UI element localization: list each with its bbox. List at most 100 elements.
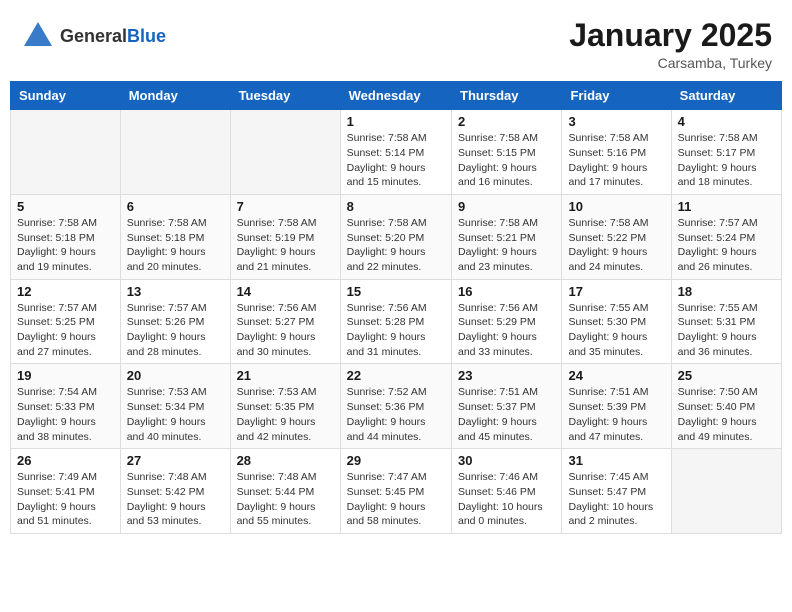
day-number: 27 <box>127 453 224 468</box>
location-subtitle: Carsamba, Turkey <box>569 55 772 71</box>
logo-blue-text: Blue <box>127 26 166 46</box>
day-info: Sunrise: 7:45 AM Sunset: 5:47 PM Dayligh… <box>568 470 664 529</box>
day-info: Sunrise: 7:58 AM Sunset: 5:19 PM Dayligh… <box>237 216 334 275</box>
day-info: Sunrise: 7:58 AM Sunset: 5:17 PM Dayligh… <box>678 131 775 190</box>
calendar-cell: 10Sunrise: 7:58 AM Sunset: 5:22 PM Dayli… <box>562 194 671 279</box>
day-info: Sunrise: 7:53 AM Sunset: 5:35 PM Dayligh… <box>237 385 334 444</box>
day-number: 25 <box>678 368 775 383</box>
calendar-cell: 24 Sunrise: 7:51 AM Sunset: 5:39 PM Dayli… <box>562 364 671 449</box>
logo: GeneralBlue <box>20 18 166 54</box>
calendar-header-row: SundayMondayTuesdayWednesdayThursdayFrid… <box>11 82 782 110</box>
day-number: 7 <box>237 199 334 214</box>
day-number: 26 <box>17 453 114 468</box>
day-number: 22 <box>347 368 445 383</box>
calendar-cell: 30 Sunrise: 7:46 AM Sunset: 5:46 PM Dayli… <box>452 449 562 534</box>
calendar-cell <box>671 449 781 534</box>
day-number: 29 <box>347 453 445 468</box>
day-info: Sunrise: 7:57 AM Sunset: 5:26 PM Dayligh… <box>127 301 224 360</box>
day-number: 2 <box>458 114 555 129</box>
day-number: 19 <box>17 368 114 383</box>
calendar-cell: 23Sunrise: 7:51 AM Sunset: 5:37 PM Dayli… <box>452 364 562 449</box>
calendar-cell: 3 Sunrise: 7:58 AM Sunset: 5:16 PM Daylig… <box>562 110 671 195</box>
day-info: Sunrise: 7:52 AM Sunset: 5:36 PM Dayligh… <box>347 385 445 444</box>
calendar-table: SundayMondayTuesdayWednesdayThursdayFrid… <box>10 81 782 534</box>
calendar-cell: 17Sunrise: 7:55 AM Sunset: 5:30 PM Dayli… <box>562 279 671 364</box>
logo-icon <box>20 18 56 54</box>
calendar-cell: 27 Sunrise: 7:48 AM Sunset: 5:42 PM Dayli… <box>120 449 230 534</box>
day-info: Sunrise: 7:54 AM Sunset: 5:33 PM Dayligh… <box>17 385 114 444</box>
day-number: 31 <box>568 453 664 468</box>
day-number: 14 <box>237 284 334 299</box>
calendar-cell: 1Sunrise: 7:58 AM Sunset: 5:14 PM Daylig… <box>340 110 451 195</box>
calendar-cell: 13 Sunrise: 7:57 AM Sunset: 5:26 PM Dayli… <box>120 279 230 364</box>
day-number: 28 <box>237 453 334 468</box>
calendar-week-1: 1Sunrise: 7:58 AM Sunset: 5:14 PM Daylig… <box>11 110 782 195</box>
day-info: Sunrise: 7:46 AM Sunset: 5:46 PM Dayligh… <box>458 470 555 529</box>
calendar-cell: 2 Sunrise: 7:58 AM Sunset: 5:15 PM Daylig… <box>452 110 562 195</box>
day-info: Sunrise: 7:48 AM Sunset: 5:42 PM Dayligh… <box>127 470 224 529</box>
day-number: 13 <box>127 284 224 299</box>
calendar-week-3: 12Sunrise: 7:57 AM Sunset: 5:25 PM Dayli… <box>11 279 782 364</box>
calendar-cell: 18 Sunrise: 7:55 AM Sunset: 5:31 PM Dayli… <box>671 279 781 364</box>
day-info: Sunrise: 7:56 AM Sunset: 5:27 PM Dayligh… <box>237 301 334 360</box>
calendar-cell: 4 Sunrise: 7:58 AM Sunset: 5:17 PM Daylig… <box>671 110 781 195</box>
day-info: Sunrise: 7:47 AM Sunset: 5:45 PM Dayligh… <box>347 470 445 529</box>
title-area: January 2025 Carsamba, Turkey <box>569 18 772 71</box>
day-number: 24 <box>568 368 664 383</box>
calendar-cell: 28Sunrise: 7:48 AM Sunset: 5:44 PM Dayli… <box>230 449 340 534</box>
calendar-cell: 15Sunrise: 7:56 AM Sunset: 5:28 PM Dayli… <box>340 279 451 364</box>
day-info: Sunrise: 7:53 AM Sunset: 5:34 PM Dayligh… <box>127 385 224 444</box>
day-info: Sunrise: 7:50 AM Sunset: 5:40 PM Dayligh… <box>678 385 775 444</box>
day-info: Sunrise: 7:58 AM Sunset: 5:18 PM Dayligh… <box>127 216 224 275</box>
calendar-cell: 16 Sunrise: 7:56 AM Sunset: 5:29 PM Dayli… <box>452 279 562 364</box>
weekday-header-friday: Friday <box>562 82 671 110</box>
day-info: Sunrise: 7:58 AM Sunset: 5:15 PM Dayligh… <box>458 131 555 190</box>
calendar-cell: 12Sunrise: 7:57 AM Sunset: 5:25 PM Dayli… <box>11 279 121 364</box>
page-header: GeneralBlue January 2025 Carsamba, Turke… <box>10 10 782 75</box>
day-info: Sunrise: 7:51 AM Sunset: 5:39 PM Dayligh… <box>568 385 664 444</box>
day-number: 4 <box>678 114 775 129</box>
day-number: 6 <box>127 199 224 214</box>
day-info: Sunrise: 7:58 AM Sunset: 5:20 PM Dayligh… <box>347 216 445 275</box>
calendar-cell: 20 Sunrise: 7:53 AM Sunset: 5:34 PM Dayli… <box>120 364 230 449</box>
day-info: Sunrise: 7:58 AM Sunset: 5:18 PM Dayligh… <box>17 216 114 275</box>
day-info: Sunrise: 7:55 AM Sunset: 5:31 PM Dayligh… <box>678 301 775 360</box>
day-info: Sunrise: 7:58 AM Sunset: 5:21 PM Dayligh… <box>458 216 555 275</box>
calendar-cell: 9 Sunrise: 7:58 AM Sunset: 5:21 PM Daylig… <box>452 194 562 279</box>
calendar-cell: 22 Sunrise: 7:52 AM Sunset: 5:36 PM Dayli… <box>340 364 451 449</box>
day-info: Sunrise: 7:58 AM Sunset: 5:22 PM Dayligh… <box>568 216 664 275</box>
weekday-header-saturday: Saturday <box>671 82 781 110</box>
day-number: 15 <box>347 284 445 299</box>
day-info: Sunrise: 7:55 AM Sunset: 5:30 PM Dayligh… <box>568 301 664 360</box>
day-number: 1 <box>347 114 445 129</box>
day-number: 12 <box>17 284 114 299</box>
day-number: 18 <box>678 284 775 299</box>
day-number: 20 <box>127 368 224 383</box>
calendar-cell <box>230 110 340 195</box>
day-info: Sunrise: 7:49 AM Sunset: 5:41 PM Dayligh… <box>17 470 114 529</box>
weekday-header-tuesday: Tuesday <box>230 82 340 110</box>
day-info: Sunrise: 7:56 AM Sunset: 5:29 PM Dayligh… <box>458 301 555 360</box>
calendar-week-2: 5Sunrise: 7:58 AM Sunset: 5:18 PM Daylig… <box>11 194 782 279</box>
calendar-cell <box>120 110 230 195</box>
calendar-cell: 26 Sunrise: 7:49 AM Sunset: 5:41 PM Dayli… <box>11 449 121 534</box>
calendar-cell: 25 Sunrise: 7:50 AM Sunset: 5:40 PM Dayli… <box>671 364 781 449</box>
day-number: 3 <box>568 114 664 129</box>
weekday-header-sunday: Sunday <box>11 82 121 110</box>
calendar-cell: 7 Sunrise: 7:58 AM Sunset: 5:19 PM Daylig… <box>230 194 340 279</box>
calendar-cell: 8Sunrise: 7:58 AM Sunset: 5:20 PM Daylig… <box>340 194 451 279</box>
calendar-cell: 5Sunrise: 7:58 AM Sunset: 5:18 PM Daylig… <box>11 194 121 279</box>
logo-general-text: General <box>60 26 127 46</box>
calendar-cell: 21Sunrise: 7:53 AM Sunset: 5:35 PM Dayli… <box>230 364 340 449</box>
calendar-week-4: 19 Sunrise: 7:54 AM Sunset: 5:33 PM Dayli… <box>11 364 782 449</box>
calendar-cell: 19 Sunrise: 7:54 AM Sunset: 5:33 PM Dayli… <box>11 364 121 449</box>
day-number: 30 <box>458 453 555 468</box>
calendar-cell: 6 Sunrise: 7:58 AM Sunset: 5:18 PM Daylig… <box>120 194 230 279</box>
month-title: January 2025 <box>569 18 772 53</box>
weekday-header-wednesday: Wednesday <box>340 82 451 110</box>
day-number: 9 <box>458 199 555 214</box>
day-info: Sunrise: 7:58 AM Sunset: 5:16 PM Dayligh… <box>568 131 664 190</box>
weekday-header-thursday: Thursday <box>452 82 562 110</box>
day-number: 16 <box>458 284 555 299</box>
day-info: Sunrise: 7:57 AM Sunset: 5:24 PM Dayligh… <box>678 216 775 275</box>
